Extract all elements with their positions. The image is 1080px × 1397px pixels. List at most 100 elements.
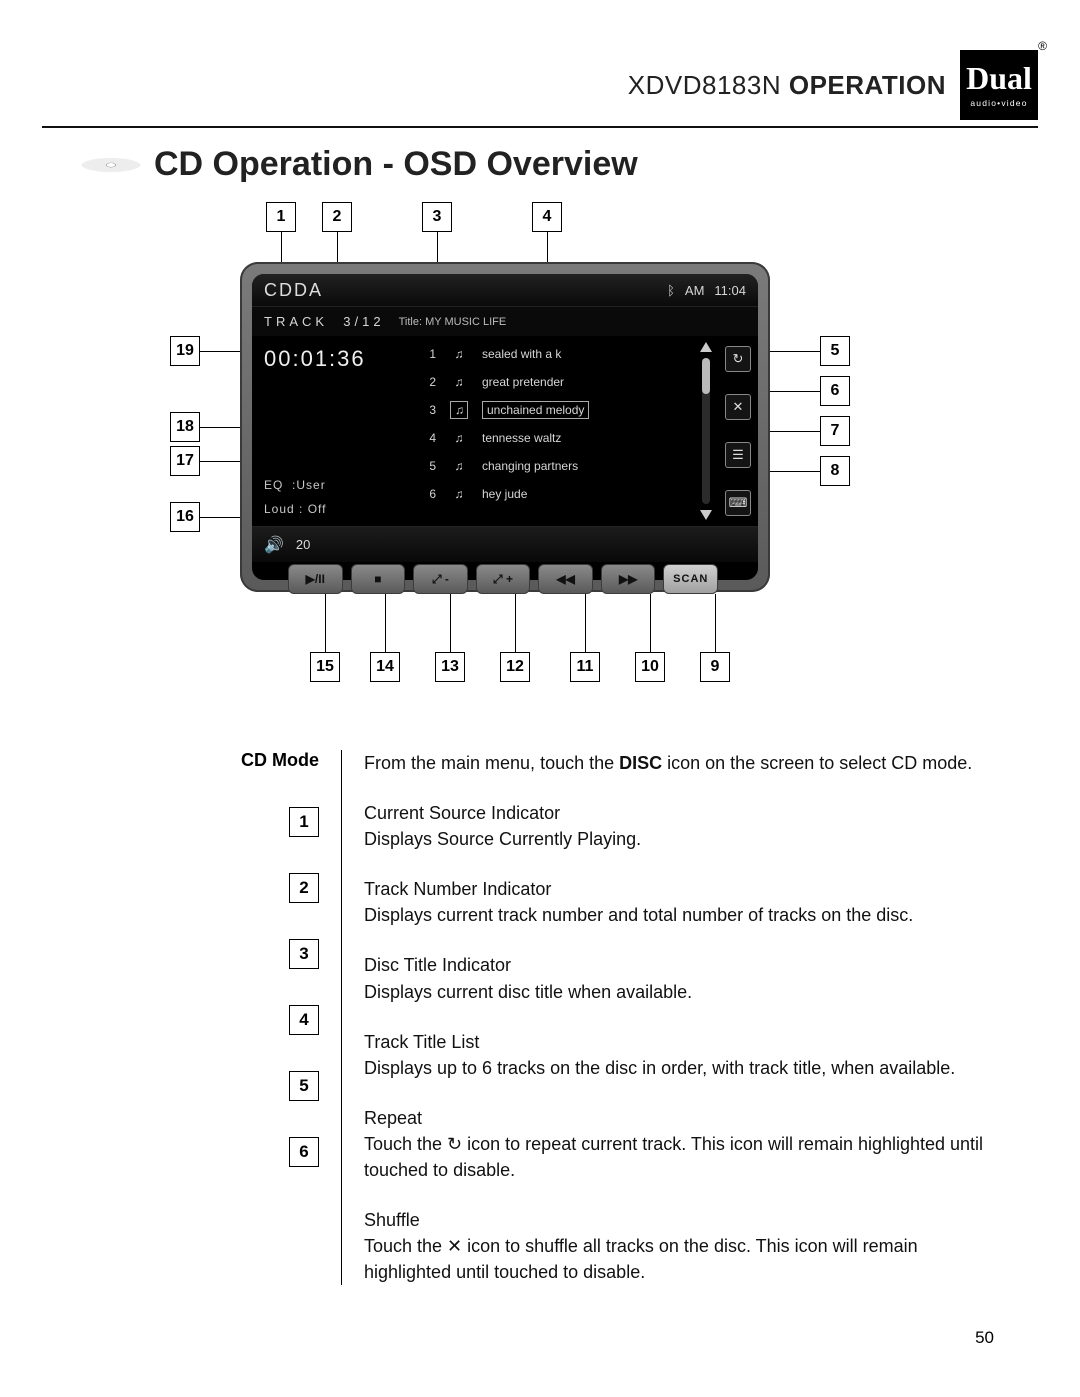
track-label: TRACK: [264, 314, 328, 329]
header-word: OPERATION: [789, 70, 946, 100]
list-item[interactable]: 1♫sealed with a k: [416, 340, 686, 368]
lead-line: [515, 594, 516, 652]
callout-16: 16: [170, 502, 200, 532]
legend-entry: RepeatTouch the ↻ icon to repeat current…: [364, 1105, 996, 1183]
callout-14: 14: [370, 652, 400, 682]
lead-line: [715, 594, 716, 652]
music-note-icon: ♫: [450, 347, 468, 361]
lead-line: [325, 594, 326, 652]
legend-num-3: 3: [289, 939, 319, 969]
legend-num-6: 6: [289, 1137, 319, 1167]
music-note-icon: ♫: [450, 459, 468, 473]
legend-entry: Current Source IndicatorDisplays Source …: [364, 800, 996, 852]
callout-3: 3: [422, 202, 452, 232]
list-button[interactable]: ☰: [725, 442, 751, 468]
zoom-out-button[interactable]: ⤢ -: [413, 564, 468, 594]
header-model: XDVD8183N: [628, 70, 781, 100]
music-note-icon: ♫: [450, 375, 468, 389]
manual-page: XDVD8183N OPERATION Dual audio•video CD …: [0, 0, 1080, 1397]
scrollbar[interactable]: [702, 358, 710, 504]
loud-label: Loud: [264, 502, 295, 516]
header-rule: [42, 126, 1038, 128]
callout-2: 2: [322, 202, 352, 232]
callout-17: 17: [170, 446, 200, 476]
keyboard-button[interactable]: ⌨: [725, 490, 751, 516]
callout-10: 10: [635, 652, 665, 682]
callout-8: 8: [820, 456, 850, 486]
callout-13: 13: [435, 652, 465, 682]
stop-button[interactable]: ■: [351, 564, 406, 594]
osd-device-frame: CDDA ᛒ AM 11:04 TRACK 3/12 Title: MY MUS…: [240, 262, 770, 592]
legend-intro: From the main menu, touch the DISC icon …: [364, 750, 996, 776]
control-bar: ▶/II ■ ⤢ - ⤢ + ◀◀ ▶▶ SCAN: [288, 564, 718, 594]
track-list: 1♫sealed with a k 2♫great pretender 3♫un…: [412, 336, 694, 526]
list-item[interactable]: 4♫tennesse waltz: [416, 424, 686, 452]
scan-button[interactable]: SCAN: [663, 564, 718, 594]
disc-icon: [82, 144, 140, 184]
source-indicator: CDDA: [264, 280, 323, 301]
music-note-icon: ♫: [450, 487, 468, 501]
lead-line: [450, 594, 451, 652]
logo-subtext: audio•video: [970, 98, 1027, 108]
osd-screen: CDDA ᛒ AM 11:04 TRACK 3/12 Title: MY MUS…: [252, 274, 758, 580]
lead-line: [650, 594, 651, 652]
track-counter: 3/12: [343, 314, 384, 329]
speaker-icon[interactable]: 🔊: [264, 535, 284, 555]
clock-time: 11:04: [714, 283, 746, 298]
volume-value: 20: [296, 537, 310, 552]
callout-15: 15: [310, 652, 340, 682]
logo-text: Dual: [966, 62, 1032, 94]
forward-button[interactable]: ▶▶: [601, 564, 656, 594]
legend-entry: Disc Title IndicatorDisplays current dis…: [364, 952, 996, 1004]
disc-title-label: Title:: [399, 316, 422, 328]
music-note-icon: ♫: [450, 401, 468, 419]
bluetooth-icon: ᛒ: [667, 283, 675, 298]
scroll-down-icon[interactable]: [700, 510, 712, 520]
list-item[interactable]: 2♫great pretender: [416, 368, 686, 396]
repeat-button[interactable]: ↻: [725, 346, 751, 372]
rewind-button[interactable]: ◀◀: [538, 564, 593, 594]
legend-num-2: 2: [289, 873, 319, 903]
zoom-in-button[interactable]: ⤢ +: [476, 564, 531, 594]
legend-entry: Track Number IndicatorDisplays current t…: [364, 876, 996, 928]
lead-line: [385, 594, 386, 652]
list-item[interactable]: 5♫changing partners: [416, 452, 686, 480]
legend-num-4: 4: [289, 1005, 319, 1035]
legend-mode-label: CD Mode: [241, 750, 319, 771]
play-pause-button[interactable]: ▶/II: [288, 564, 343, 594]
callout-7: 7: [820, 416, 850, 446]
legend-num-5: 5: [289, 1071, 319, 1101]
callout-9: 9: [700, 652, 730, 682]
elapsed-time: 00:01:36: [264, 346, 400, 372]
section-header: CD Operation - OSD Overview: [82, 144, 1038, 184]
callout-11: 11: [570, 652, 600, 682]
brand-logo: Dual audio•video: [960, 50, 1038, 120]
scroll-column: [694, 336, 718, 526]
callout-4: 4: [532, 202, 562, 232]
callout-1: 1: [266, 202, 296, 232]
callout-18: 18: [170, 412, 200, 442]
music-note-icon: ♫: [450, 431, 468, 445]
legend-num-1: 1: [289, 807, 319, 837]
shuffle-button[interactable]: ✕: [725, 394, 751, 420]
disc-title: MY MUSIC LIFE: [425, 316, 506, 328]
callout-12: 12: [500, 652, 530, 682]
osd-figure: 1 2 3 4 19 18 17 16 5 6 7 8 15 14 13 12 …: [100, 202, 980, 722]
legend-entry: ShuffleTouch the ✕ icon to shuffle all t…: [364, 1207, 996, 1285]
callout-19: 19: [170, 336, 200, 366]
list-item-selected[interactable]: 3♫unchained melody: [416, 396, 686, 424]
callout-5: 5: [820, 336, 850, 366]
header-title: XDVD8183N OPERATION: [628, 70, 946, 101]
loud-value: : Off: [299, 502, 326, 516]
scroll-up-icon[interactable]: [700, 342, 712, 352]
callout-6: 6: [820, 376, 850, 406]
legend-table: CD Mode 1 2 3 4 5 6 From the main menu, …: [192, 750, 996, 1285]
legend-entry: Track Title ListDisplays up to 6 tracks …: [364, 1029, 996, 1081]
eq-value: :User: [292, 478, 326, 492]
section-title: CD Operation - OSD Overview: [154, 145, 638, 184]
list-item[interactable]: 6♫hey jude: [416, 480, 686, 508]
page-number: 50: [975, 1328, 994, 1348]
page-header: XDVD8183N OPERATION Dual audio•video: [42, 50, 1038, 120]
lead-line: [585, 594, 586, 652]
clock-ampm: AM: [685, 283, 705, 298]
